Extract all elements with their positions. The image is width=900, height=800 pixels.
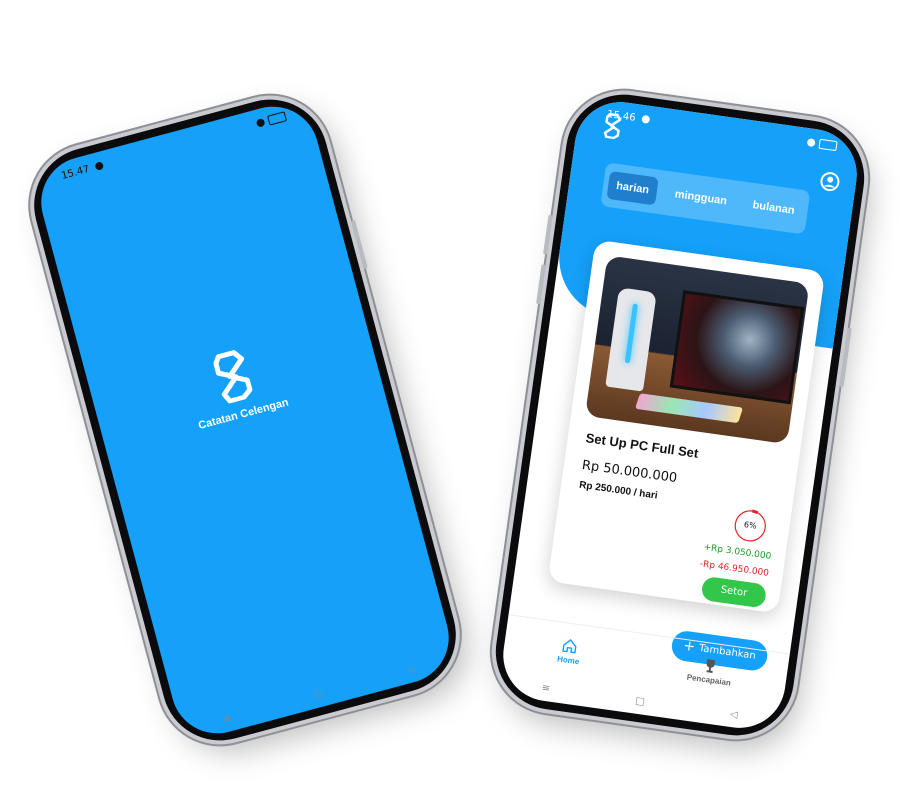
volume-down-button [536, 264, 546, 305]
keyboard-illustration [635, 393, 744, 424]
progress-label: 6% [743, 520, 758, 531]
home-system-icon[interactable]: □ [313, 688, 325, 701]
phone-home: 15.46 harian mingguan bulanan Set Up PC … [488, 87, 872, 743]
back-icon[interactable]: ◁ [405, 663, 415, 676]
alarm-icon [806, 138, 816, 148]
nav-home[interactable]: Home [557, 636, 583, 666]
remaining-amount: -Rp 46.950.000 [699, 559, 770, 579]
status-bar: 15.47 [60, 108, 288, 184]
home-system-icon[interactable]: □ [635, 695, 646, 707]
home-screen: 15.46 harian mingguan bulanan Set Up PC … [497, 96, 863, 734]
volume-button [351, 219, 368, 270]
app-name: Catatan Celengan [197, 396, 290, 433]
trophy-icon [706, 658, 716, 673]
notification-icon [94, 161, 104, 172]
nav-pencapaian[interactable]: Pencapaian [686, 654, 734, 687]
battery-icon [267, 111, 288, 126]
tab-mingguan[interactable]: mingguan [665, 179, 737, 216]
system-nav-bar: ≡ □ ◁ [178, 645, 459, 744]
profile-icon[interactable] [818, 170, 841, 197]
monitor-illustration [669, 290, 805, 405]
splash-screen: 15.47 Catatan Celengan ≡ □ ◁ [30, 96, 460, 744]
home-icon [562, 638, 577, 654]
goal-title: Set Up PC Full Set [584, 430, 700, 461]
splash-logo: Catatan Celengan [182, 339, 290, 433]
goal-image [584, 255, 810, 445]
recents-icon[interactable]: ≡ [222, 712, 233, 725]
recents-icon[interactable]: ≡ [541, 682, 551, 694]
tab-bulanan[interactable]: bulanan [743, 190, 805, 226]
power-button [839, 327, 852, 388]
nav-pencapaian-label: Pencapaian [686, 672, 732, 688]
app-logo-icon [213, 350, 253, 404]
volume-up-button [543, 214, 553, 255]
goal-daily: Rp 250.000 / hari [578, 479, 659, 502]
battery-icon [818, 138, 838, 152]
saved-amount: +Rp 3.050.000 [702, 542, 772, 563]
deposit-button[interactable]: Setor [700, 575, 768, 609]
alarm-icon [255, 117, 266, 128]
savings-card[interactable]: Set Up PC Full Set Rp 50.000.000 Rp 250.… [547, 239, 826, 614]
notification-icon [640, 114, 650, 124]
back-icon[interactable]: ◁ [729, 708, 738, 720]
nav-home-label: Home [556, 653, 580, 666]
status-time: 15.47 [60, 163, 91, 182]
phone-splash: 15.47 Catatan Celengan ≡ □ ◁ [21, 86, 469, 754]
pc-tower-illustration [605, 287, 657, 392]
tab-harian[interactable]: harian [606, 170, 659, 206]
